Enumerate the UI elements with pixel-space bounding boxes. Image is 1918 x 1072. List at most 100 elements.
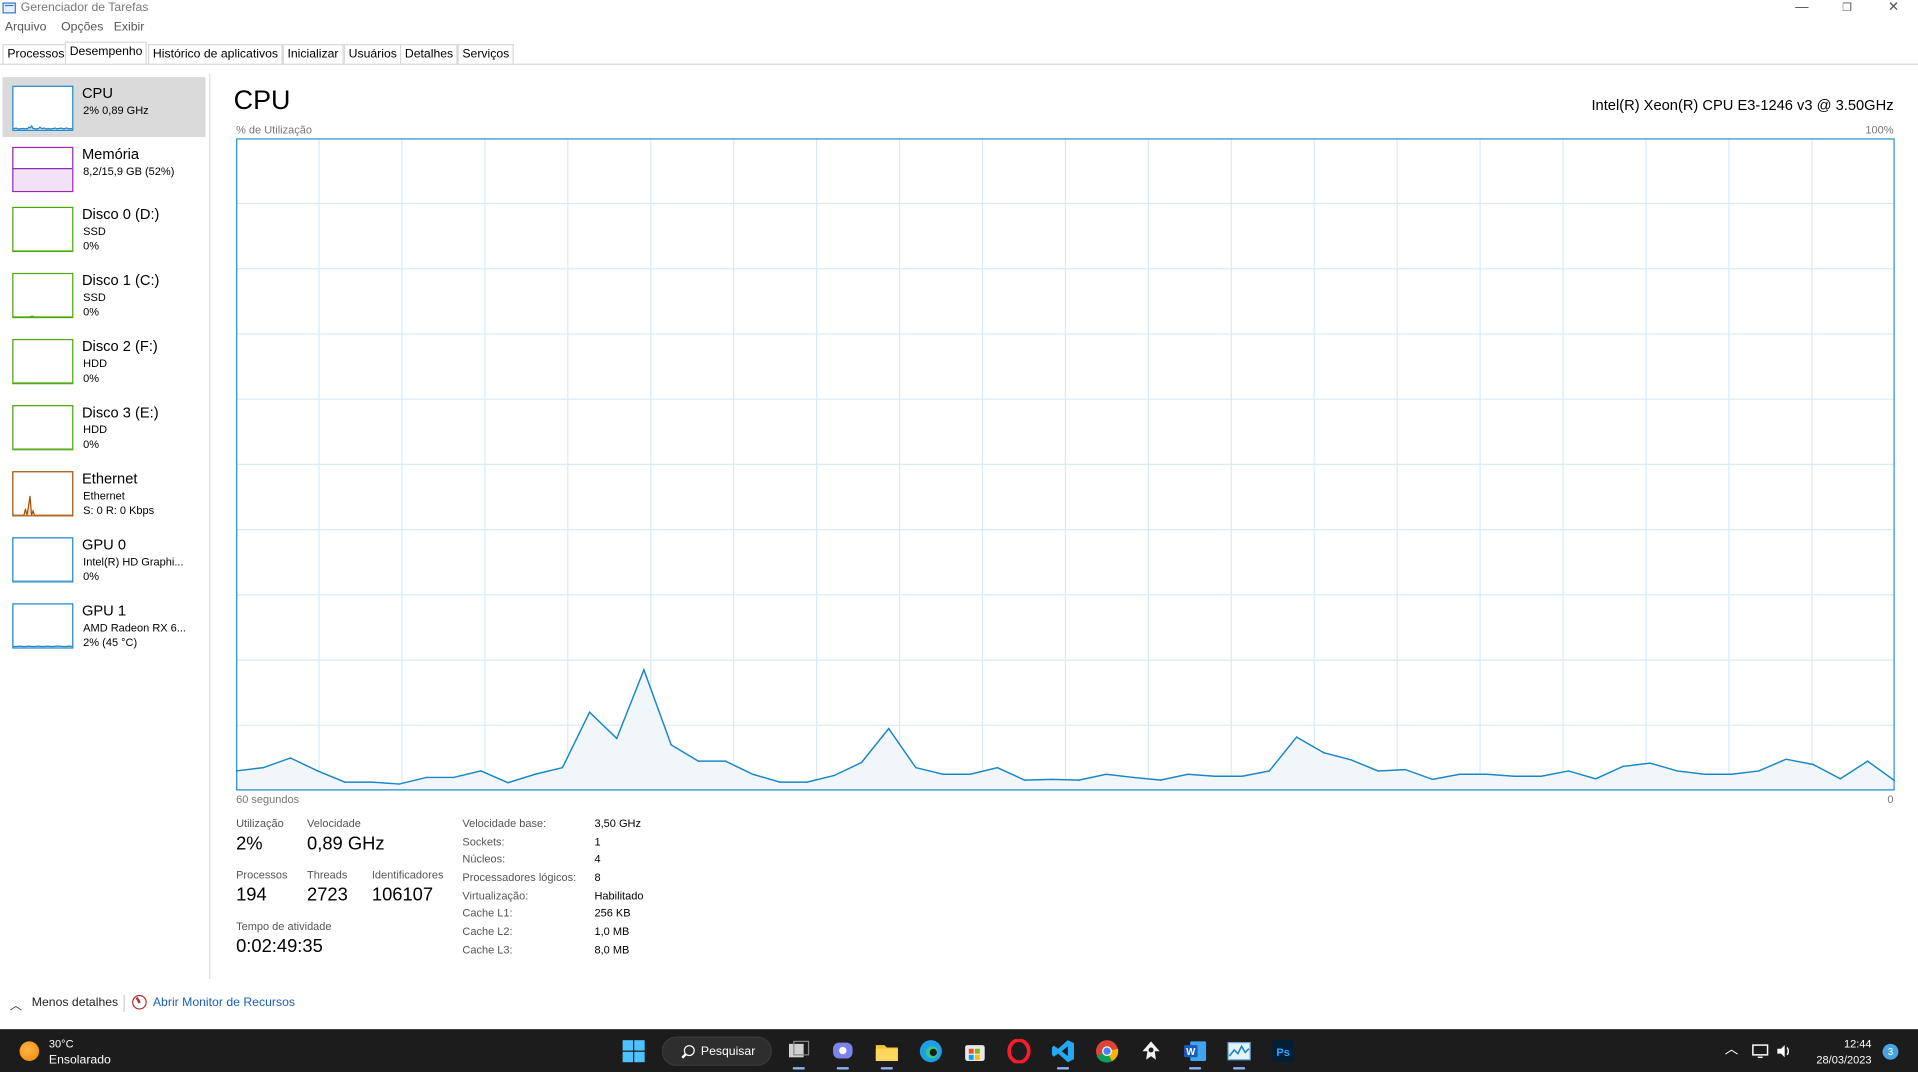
- cpu-data-point: [969, 773, 971, 775]
- sidebar-item-usage: 2% (45 °C): [83, 636, 138, 649]
- search-icon: [683, 1045, 695, 1057]
- spec-value: 8,0 MB: [594, 943, 630, 956]
- store-icon[interactable]: [963, 1039, 987, 1063]
- cpu-data-point: [1323, 751, 1325, 754]
- chrome-icon[interactable]: [1095, 1039, 1119, 1063]
- cpu-data-point: [1078, 779, 1080, 781]
- sidebar-item-gpu-1[interactable]: GPU 1 AMD Radeon RX 6... 2% (45 °C): [2, 597, 205, 661]
- cpu-data-point: [1703, 773, 1706, 775]
- spec-key: Núcleos:: [462, 853, 506, 866]
- cpu-data-point: [534, 773, 536, 775]
- gpu-0-sparkline: [12, 537, 74, 583]
- resource-sidebar: CPU 2% 0,89 GHz Memória 8,2/15,9 GB (52%…: [0, 73, 210, 979]
- disk-3-sparkline: [12, 405, 74, 451]
- taskbar-search[interactable]: Pesquisar: [661, 1036, 772, 1066]
- stat-label: Velocidade: [307, 817, 361, 830]
- file-explorer-icon[interactable]: [875, 1039, 899, 1063]
- tab-desempenho[interactable]: Desempenho: [64, 41, 148, 65]
- menu-arquivo[interactable]: Arquivo: [5, 21, 46, 34]
- photoshop-icon[interactable]: Ps: [1271, 1039, 1295, 1063]
- network-icon[interactable]: [1752, 1043, 1769, 1060]
- sidebar-item-title: GPU 0: [81, 535, 127, 554]
- cpu-data-point: [1295, 736, 1298, 738]
- spec-key: Cache L1:: [462, 907, 513, 920]
- cpu-model-name: Intel(R) Xeon(R) CPU E3-1246 v3 @ 3.50GH…: [1591, 96, 1894, 114]
- task-manager-app-icon: [2, 2, 16, 14]
- cpu-data-point: [1187, 773, 1189, 775]
- volume-icon[interactable]: [1775, 1043, 1792, 1060]
- open-resource-monitor-link[interactable]: Abrir Monitor de Recursos: [153, 996, 295, 1009]
- spec-value: 1,0 MB: [594, 925, 630, 938]
- cpu-data-point: [344, 781, 346, 783]
- sidebar-item-ethernet[interactable]: Ethernet Ethernet S: 0 R: 0 Kbps: [2, 465, 205, 529]
- spec-key: Cache L3:: [462, 943, 513, 956]
- inkscape-icon[interactable]: [1139, 1039, 1163, 1063]
- sidebar-item-disco-3[interactable]: Disco 3 (E:) HDD 0%: [2, 399, 205, 463]
- cpu-data-point: [371, 781, 373, 783]
- sidebar-item-cpu[interactable]: CPU 2% 0,89 GHz: [2, 77, 206, 138]
- cpu-data-point: [833, 774, 835, 777]
- tab-processos[interactable]: Processos: [2, 44, 70, 65]
- restore-button[interactable]: ❐: [1829, 0, 1866, 17]
- teams-chat-icon[interactable]: [831, 1039, 855, 1063]
- stat-value: 194: [236, 884, 267, 906]
- sidebar-item-disco-0[interactable]: Disco 0 (D:) SSD 0%: [2, 201, 205, 265]
- cpu-data-point: [452, 776, 455, 779]
- svg-text:Ps: Ps: [1276, 1047, 1289, 1059]
- cpu-data-point: [262, 766, 264, 769]
- less-details-button[interactable]: Menos detalhes: [32, 996, 118, 1009]
- cpu-data-point: [1486, 773, 1488, 775]
- start-icon[interactable]: [621, 1039, 645, 1063]
- y-axis-max: 100%: [1865, 123, 1894, 136]
- close-button[interactable]: ✕: [1875, 0, 1912, 17]
- cpu-data-point: [1377, 770, 1379, 772]
- weather-description[interactable]: Ensolarado: [49, 1054, 111, 1067]
- cpu-data-point: [1023, 779, 1026, 781]
- spec-value: 3,50 GHz: [594, 817, 642, 830]
- sidebar-item-title: CPU: [81, 84, 113, 102]
- cpu-data-point: [1431, 778, 1434, 781]
- menu-exibir[interactable]: Exibir: [114, 21, 145, 34]
- word-icon[interactable]: W: [1183, 1039, 1207, 1063]
- sidebar-item-usage: 0%: [83, 239, 100, 253]
- cpu-data-point: [806, 781, 808, 783]
- opera-icon[interactable]: [1007, 1038, 1031, 1064]
- tab-detalhes[interactable]: Detalhes: [399, 44, 459, 65]
- sidebar-item-memoria[interactable]: Memória 8,2/15,9 GB (52%): [2, 138, 205, 199]
- tab-historico[interactable]: Histórico de aplicativos: [148, 44, 283, 65]
- minimize-button[interactable]: —: [1783, 0, 1820, 17]
- edge-icon[interactable]: [919, 1039, 943, 1063]
- cpu-data-point: [316, 770, 319, 772]
- y-axis-label: % de Utilização: [236, 123, 312, 136]
- chevron-up-icon[interactable]: ︿: [10, 995, 22, 1013]
- task-manager-icon[interactable]: [1227, 1039, 1251, 1063]
- weather-sun-icon[interactable]: [19, 1041, 40, 1061]
- tab-inicializar[interactable]: Inicializar: [282, 44, 344, 65]
- menu-opcoes[interactable]: Opções: [61, 21, 103, 34]
- sparkline-line: [13, 495, 73, 516]
- page-title: CPU: [233, 84, 291, 116]
- sidebar-item-disco-2[interactable]: Disco 2 (F:) HDD 0%: [2, 333, 205, 397]
- vscode-icon[interactable]: [1051, 1039, 1075, 1063]
- disk-2-sparkline: [12, 338, 74, 385]
- spec-value: 4: [594, 853, 601, 866]
- cpu-data-point: [860, 761, 863, 764]
- sidebar-item-gpu-0[interactable]: GPU 0 Intel(R) HD Graphi... 0%: [2, 531, 205, 595]
- resource-monitor-icon[interactable]: [132, 994, 147, 1010]
- cpu-data-point: [1350, 759, 1352, 761]
- tab-servicos[interactable]: Serviços: [457, 44, 515, 65]
- task-view-icon[interactable]: [787, 1039, 811, 1063]
- x-axis-min: 0: [1887, 792, 1894, 806]
- cpu-data-point: [1758, 770, 1760, 772]
- weather-temperature[interactable]: 30°C: [49, 1038, 74, 1050]
- sparkline-area: [23, 495, 35, 516]
- spec-value: 1: [594, 835, 601, 848]
- tab-usuarios[interactable]: Usuários: [343, 44, 402, 65]
- memory-sparkline: [12, 146, 74, 193]
- chevron-up-icon[interactable]: ︿: [1725, 1039, 1738, 1072]
- disk-0-sparkline: [12, 206, 74, 253]
- sidebar-item-disco-1[interactable]: Disco 1 (C:) SSD 0%: [2, 267, 205, 331]
- clock-time[interactable]: 12:44: [1844, 1038, 1872, 1050]
- notification-badge[interactable]: 3: [1882, 1043, 1899, 1060]
- clock-date[interactable]: 28/03/2023: [1816, 1054, 1871, 1066]
